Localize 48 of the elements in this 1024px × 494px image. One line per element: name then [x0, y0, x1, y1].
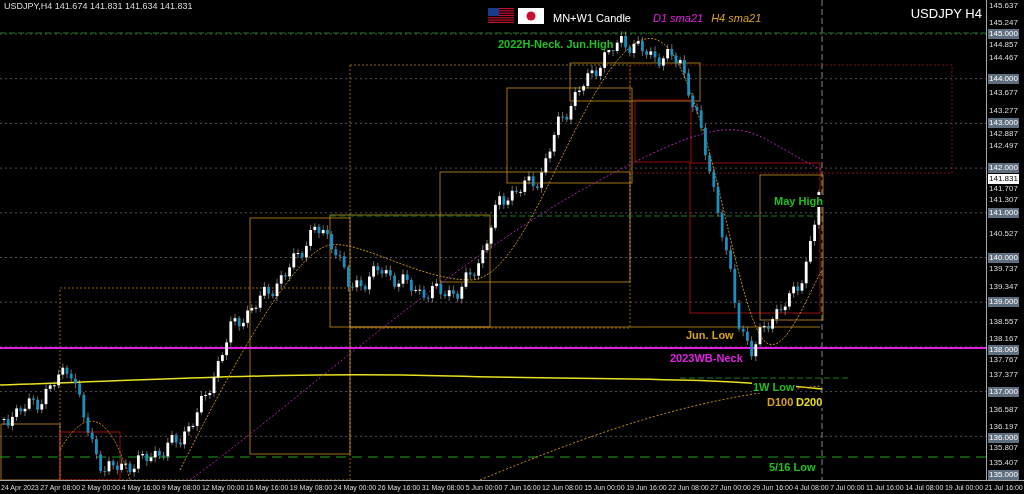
price-label: 138.000 [988, 344, 1019, 355]
price-label: 144.467 [988, 52, 1019, 63]
symbol-title: USDJPY H4 [910, 5, 982, 23]
legend-label: D1 sma21 [653, 11, 704, 26]
price-label: 140.000 [988, 252, 1019, 263]
price-label: 142.497 [988, 140, 1019, 151]
price-label: 144.000 [988, 73, 1019, 84]
price-label: 137.000 [988, 386, 1019, 397]
price-label: 137.767 [988, 355, 1019, 366]
flag-icon [488, 8, 514, 24]
symbol-info: USDJPY,H4 141.674 141.831 141.634 141.831 [4, 1, 193, 12]
chart-annotation: 2023WB-Neck [669, 352, 744, 364]
price-label: 141.707 [988, 184, 1019, 195]
price-label: 142.887 [988, 128, 1019, 139]
price-label: 145.247 [988, 17, 1019, 28]
price-label: 143.000 [988, 118, 1019, 129]
price-label: 136.587 [988, 405, 1019, 416]
price-label: 141.831 [988, 173, 1019, 184]
price-label: 141.307 [988, 194, 1019, 205]
price-label: 143.277 [988, 106, 1019, 116]
price-label: 135.807 [988, 443, 1019, 454]
price-label: 135.407 [988, 457, 1019, 468]
price-label: 142.000 [988, 163, 1019, 174]
legend-label: H4 sma21 [711, 11, 762, 26]
chart-annotation: 2022H-Neck. Jun.High [497, 38, 615, 50]
price-label: 139.347 [988, 281, 1019, 292]
price-label: 143.677 [988, 88, 1019, 99]
price-label: 140.527 [988, 228, 1019, 239]
chart-annotation: Jun. Low [685, 329, 735, 341]
price-label: 144.857 [988, 39, 1019, 50]
flag-icon [518, 8, 544, 24]
chart-annotation: D100 [766, 396, 795, 408]
price-label: 145.637 [988, 0, 1019, 11]
price-label: 141.000 [988, 207, 1019, 218]
chart-annotation: 1W Low [752, 381, 796, 393]
price-label: 136.197 [988, 422, 1019, 433]
price-label: 139.000 [988, 297, 1019, 308]
price-label: 145.000 [988, 29, 1019, 39]
chart-title: MN+W1 Candle [553, 11, 631, 26]
chart-annotation: 5/16 Low [768, 461, 817, 473]
price-label: 138.167 [988, 334, 1019, 345]
price-label: 135.000 [988, 470, 1019, 480]
price-label: 138.557 [988, 317, 1019, 327]
price-label: 139.737 [988, 264, 1019, 275]
chart-annotation: D200 [795, 396, 824, 408]
price-label: 136.000 [988, 433, 1019, 443]
price-label: 137.377 [988, 369, 1019, 380]
chart-annotation: May High [773, 195, 824, 207]
